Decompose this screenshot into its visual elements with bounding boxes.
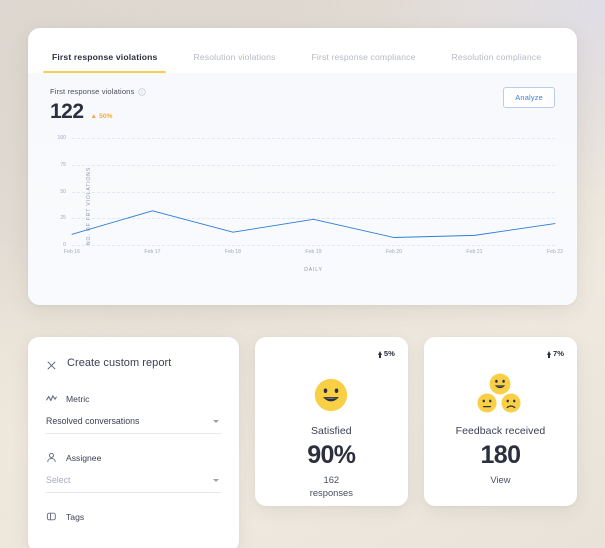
chart-x-axis-label: DAILY (72, 267, 555, 273)
create-custom-report-card: Create custom report Metric Resolved con… (28, 337, 239, 548)
tab-resolution-violations[interactable]: Resolution violations (193, 52, 275, 73)
metric-select-value: Resolved conversations (46, 416, 139, 426)
stat-value: 180 (480, 442, 520, 468)
person-icon (46, 452, 57, 463)
stat-label: Feedback received (456, 425, 546, 437)
x-tick-label: Feb 22 (547, 249, 563, 255)
stat-card-feedback: 7% (424, 337, 577, 506)
x-tick-label: Feb 17 (144, 249, 160, 255)
report-tabs: First response violations Resolution vio… (28, 28, 577, 73)
chevron-down-icon (213, 420, 219, 423)
satisfied-emoji-area (314, 367, 348, 423)
stat-card-satisfied: 5% Satisfied 90% 162 responses (255, 337, 408, 506)
field-metric: Metric Resolved conversations (46, 393, 221, 434)
view-feedback-link[interactable]: View (490, 474, 510, 487)
metric-select[interactable]: Resolved conversations (46, 416, 221, 434)
metric-row: 122 ▲ 50% (50, 100, 146, 124)
x-tick-label: Feb 19 (305, 249, 321, 255)
info-icon[interactable] (138, 88, 146, 96)
chart-line-series (72, 138, 555, 245)
field-label-text: Metric (66, 394, 89, 404)
x-tick-label: Feb 21 (466, 249, 482, 255)
field-assignee-label: Assignee (46, 452, 221, 463)
arrow-up-icon (547, 351, 551, 355)
field-label-text: Tags (66, 512, 84, 522)
x-tick-label: Feb 20 (386, 249, 402, 255)
chart-panel-header: First response violations 122 ▲ 50% (50, 87, 555, 124)
chart-area: NO. OF FRT VIOLATIONS 100 75 50 25 0 Feb… (50, 138, 555, 273)
chevron-down-icon (213, 479, 219, 482)
metric-title: First response violations (50, 87, 146, 96)
stat-value: 90% (307, 442, 355, 468)
metric-delta: ▲ 50% (91, 113, 113, 120)
field-metric-label: Metric (46, 393, 221, 404)
tag-icon (46, 511, 57, 522)
close-report-row[interactable]: Create custom report (46, 357, 221, 369)
y-tick-label: 50 (60, 189, 72, 195)
close-icon[interactable] (46, 358, 57, 369)
feedback-emoji-area (474, 367, 526, 423)
tab-resolution-compliance[interactable]: Resolution compliance (452, 52, 542, 73)
arrow-up-icon (378, 351, 382, 355)
field-assignee: Assignee Select (46, 452, 221, 493)
page-title: Create custom report (67, 357, 171, 369)
chart-panel: First response violations 122 ▲ 50% (28, 73, 577, 305)
stat-sub-count: 162 (310, 474, 353, 487)
y-tick-label: 25 (60, 215, 72, 221)
sad-face-icon (501, 393, 521, 413)
tab-first-response-compliance[interactable]: First response compliance (311, 52, 415, 73)
metric-value: 122 (50, 100, 84, 124)
tab-label: First response violations (52, 52, 157, 62)
metric-title-text: First response violations (50, 87, 134, 96)
x-tick-label: Feb 18 (225, 249, 241, 255)
assignee-select-value: Select (46, 475, 70, 485)
metric-chart-icon (46, 393, 57, 404)
three-faces-icon (474, 373, 526, 417)
stat-delta-value: 5% (384, 349, 395, 358)
metric-summary: First response violations 122 ▲ 50% (50, 87, 146, 124)
stat-label: Satisfied (311, 425, 352, 437)
status-badge: 7% (547, 349, 564, 358)
happy-face-icon (489, 373, 511, 395)
y-tick-label: 100 (58, 135, 73, 141)
tab-label: Resolution compliance (452, 52, 542, 62)
tab-label: Resolution violations (193, 52, 275, 62)
analyze-button[interactable]: Analyze (503, 87, 555, 108)
assignee-select[interactable]: Select (46, 475, 221, 493)
field-tags-label: Tags (46, 511, 221, 522)
chart-plot: 100 75 50 25 0 (72, 138, 555, 245)
bottom-row: Create custom report Metric Resolved con… (28, 337, 577, 548)
tab-first-response-violations[interactable]: First response violations (52, 52, 157, 73)
chart-x-axis-ticks: Feb 16Feb 17Feb 18Feb 19Feb 20Feb 21Feb … (72, 249, 555, 259)
chart-gridline: 0 (72, 245, 555, 246)
stat-sub-unit: responses (310, 487, 353, 500)
tab-label: First response compliance (311, 52, 415, 62)
stat-delta-value: 7% (553, 349, 564, 358)
status-badge: 5% (378, 349, 395, 358)
report-card: First response violations Resolution vio… (28, 28, 577, 305)
x-tick-label: Feb 16 (64, 249, 80, 255)
happy-face-icon (314, 378, 348, 412)
y-tick-label: 0 (63, 242, 72, 248)
field-label-text: Assignee (66, 453, 101, 463)
metric-delta-arrow-icon: ▲ (91, 113, 98, 120)
neutral-face-icon (477, 393, 497, 413)
stat-sub: 162 responses (310, 474, 353, 499)
y-tick-label: 75 (60, 162, 72, 168)
field-tags: Tags (46, 511, 221, 522)
metric-delta-value: 50% (99, 113, 113, 120)
